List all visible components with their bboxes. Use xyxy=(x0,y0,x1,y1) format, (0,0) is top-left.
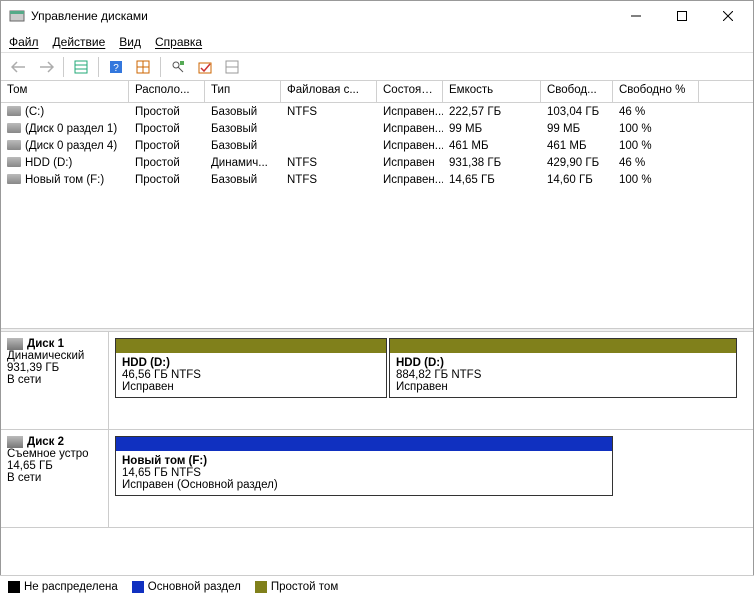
partition-header xyxy=(390,339,736,353)
toolbar-separator xyxy=(160,57,161,77)
volume-icon xyxy=(7,157,21,167)
legend-swatch xyxy=(8,581,20,593)
col-status[interactable]: Состояние xyxy=(377,81,443,102)
col-pct[interactable]: Свободно % xyxy=(613,81,699,102)
menu-action[interactable]: Действие xyxy=(53,35,106,49)
table-row[interactable]: (C:)ПростойБазовыйNTFSИсправен...222,57 … xyxy=(1,103,753,120)
toolbar-separator xyxy=(98,57,99,77)
view-grid-button[interactable] xyxy=(131,56,155,78)
legend: Не распределена Основной раздел Простой то… xyxy=(0,575,754,599)
svg-text:?: ? xyxy=(113,63,119,74)
volume-icon xyxy=(7,123,21,133)
table-row[interactable]: (Диск 0 раздел 1)ПростойБазовыйИсправен.… xyxy=(1,120,753,137)
legend-item: Простой том xyxy=(255,581,338,593)
col-free[interactable]: Свобод... xyxy=(541,81,613,102)
menu-bar: Файл Действие Вид Справка xyxy=(1,31,753,53)
view-detail-button[interactable] xyxy=(220,56,244,78)
view-list-button[interactable] xyxy=(69,56,93,78)
col-fs[interactable]: Файловая с... xyxy=(281,81,377,102)
table-row[interactable]: HDD (D:)ПростойДинамич...NTFSИсправен931… xyxy=(1,154,753,171)
table-row[interactable]: (Диск 0 раздел 4)ПростойБазовыйИсправен.… xyxy=(1,137,753,154)
legend-item: Основной раздел xyxy=(132,581,241,593)
minimize-button[interactable] xyxy=(613,1,659,31)
disk-partitions: HDD (D:)46,56 ГБ NTFSИсправенHDD (D:)884… xyxy=(109,332,753,429)
maximize-button[interactable] xyxy=(659,1,705,31)
col-type[interactable]: Тип xyxy=(205,81,281,102)
window-title: Управление дисками xyxy=(31,9,613,23)
disk-pane: Диск 1Динамический931,39 ГБВ сетиHDD (D:… xyxy=(1,332,753,430)
help-button[interactable]: ? xyxy=(104,56,128,78)
volume-icon xyxy=(7,174,21,184)
col-volume[interactable]: Том xyxy=(1,81,129,102)
volume-icon xyxy=(7,106,21,116)
title-bar: Управление дисками xyxy=(1,1,753,31)
volume-icon xyxy=(7,140,21,150)
apply-button[interactable] xyxy=(193,56,217,78)
back-button[interactable] xyxy=(7,56,31,78)
legend-swatch xyxy=(255,581,267,593)
legend-swatch xyxy=(132,581,144,593)
disk-icon xyxy=(7,338,23,350)
menu-help[interactable]: Справка xyxy=(155,35,202,49)
forward-button[interactable] xyxy=(34,56,58,78)
volume-table-header: Том Располо... Тип Файловая с... Состоян… xyxy=(1,81,753,103)
disk-info[interactable]: Диск 1Динамический931,39 ГБВ сети xyxy=(1,332,109,429)
partition-header xyxy=(116,437,612,451)
partition[interactable]: Новый том (F:)14,65 ГБ NTFSИсправен (Осн… xyxy=(115,436,613,496)
partition[interactable]: HDD (D:)884,82 ГБ NTFSИсправен xyxy=(389,338,737,398)
close-button[interactable] xyxy=(705,1,751,31)
toolbar-separator xyxy=(63,57,64,77)
disk-partitions: Новый том (F:)14,65 ГБ NTFSИсправен (Осн… xyxy=(109,430,753,527)
table-row[interactable]: Новый том (F:)ПростойБазовыйNTFSИсправен… xyxy=(1,171,753,188)
disk-info[interactable]: Диск 2Съемное устро14,65 ГБВ сети xyxy=(1,430,109,527)
app-icon xyxy=(9,8,25,24)
disk-pane: Диск 2Съемное устро14,65 ГБВ сетиНовый т… xyxy=(1,430,753,528)
settings-button[interactable] xyxy=(166,56,190,78)
disk-icon xyxy=(7,436,23,448)
disk-map: Диск 1Динамический931,39 ГБВ сетиHDD (D:… xyxy=(1,332,753,528)
menu-view[interactable]: Вид xyxy=(119,35,141,49)
col-capacity[interactable]: Емкость xyxy=(443,81,541,102)
volume-table: (C:)ПростойБазовыйNTFSИсправен...222,57 … xyxy=(1,103,753,328)
menu-file[interactable]: Файл xyxy=(9,35,39,49)
toolbar: ? xyxy=(1,53,753,81)
partition[interactable]: HDD (D:)46,56 ГБ NTFSИсправен xyxy=(115,338,387,398)
col-layout[interactable]: Располо... xyxy=(129,81,205,102)
partition-header xyxy=(116,339,386,353)
legend-item: Не распределена xyxy=(8,581,118,593)
